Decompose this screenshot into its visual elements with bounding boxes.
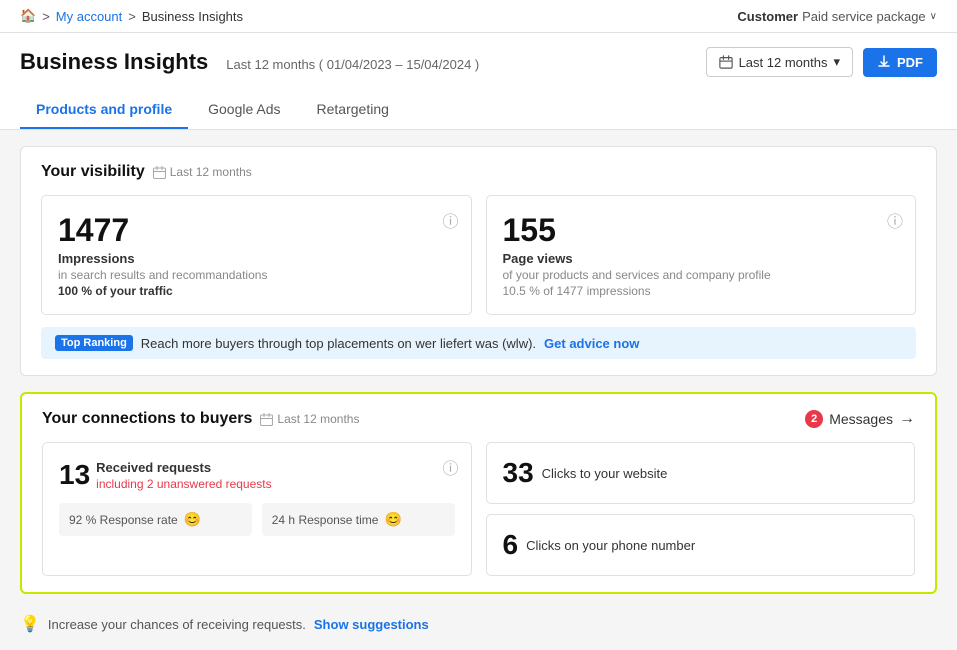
- customer-label: Customer: [737, 9, 798, 24]
- clicks-website-number: 33: [503, 457, 534, 489]
- page-views-card: ⓘ 155 Page views of your products and se…: [486, 195, 917, 315]
- received-label: Received requests: [96, 460, 271, 475]
- page-views-sublabel: of your products and services and compan…: [503, 268, 900, 282]
- impressions-number: 1477: [58, 212, 455, 249]
- top-ranking-banner: Top Ranking Reach more buyers through to…: [41, 327, 916, 359]
- breadcrumb-current: Business Insights: [142, 9, 243, 24]
- clicks-website-card: 33 Clicks to your website: [486, 442, 916, 504]
- connections-period-label: Last 12 months: [277, 412, 359, 426]
- chevron-down-icon[interactable]: ∨: [930, 11, 937, 22]
- connections-title-text: Your connections to buyers: [42, 410, 252, 428]
- clicks-phone-card: 6 Clicks on your phone number: [486, 514, 916, 576]
- calendar-icon: [719, 55, 733, 69]
- visibility-period-label: Last 12 months: [170, 165, 252, 179]
- messages-badge: 2: [805, 410, 823, 428]
- date-filter-button[interactable]: Last 12 months ▾: [706, 47, 853, 77]
- visibility-section-title: Your visibility Last 12 months: [41, 163, 916, 181]
- messages-arrow-icon: →: [899, 410, 915, 428]
- suggestions-bar: 💡 Increase your chances of receiving req…: [20, 610, 937, 634]
- impressions-label: Impressions: [58, 251, 455, 266]
- connections-header: Your connections to buyers Last 12 month…: [42, 410, 915, 428]
- download-icon: [877, 55, 891, 69]
- pdf-button[interactable]: PDF: [863, 48, 937, 77]
- response-rate-value: 92 % Response rate: [69, 513, 178, 527]
- response-rate-emoji: 😊: [184, 511, 201, 528]
- tab-products-and-profile[interactable]: Products and profile: [20, 91, 188, 129]
- show-suggestions-link[interactable]: Show suggestions: [314, 617, 429, 632]
- date-filter-chevron: ▾: [833, 54, 840, 70]
- home-icon[interactable]: 🏠: [20, 8, 36, 24]
- received-requests-panel: ⓘ 13 Received requests including 2 unans…: [42, 442, 472, 576]
- response-rate-stat: 92 % Response rate 😊: [59, 503, 252, 536]
- main-content: Your visibility Last 12 months ⓘ 1477 Im…: [0, 130, 957, 650]
- breadcrumb-my-account[interactable]: My account: [56, 9, 122, 24]
- visibility-card: Your visibility Last 12 months ⓘ 1477 Im…: [20, 146, 937, 376]
- received-info-icon[interactable]: ⓘ: [442, 455, 458, 479]
- breadcrumb: 🏠 > My account > Business Insights: [20, 8, 243, 24]
- response-stats: 92 % Response rate 😊 24 h Response time …: [59, 503, 455, 536]
- impressions-sublabel: in search results and recommandations: [58, 268, 455, 282]
- page-header: Business Insights Last 12 months ( 01/04…: [0, 33, 957, 130]
- page-views-info-icon[interactable]: ⓘ: [887, 208, 903, 232]
- clicks-website-label: Clicks to your website: [542, 466, 668, 481]
- page-subtitle: Last 12 months ( 01/04/2023 – 15/04/2024…: [226, 57, 479, 72]
- response-time-stat: 24 h Response time 😊: [262, 503, 455, 536]
- clicks-phone-label: Clicks on your phone number: [526, 538, 695, 553]
- top-ranking-badge: Top Ranking: [55, 335, 133, 351]
- connections-period: Last 12 months: [260, 412, 359, 426]
- date-filter-label: Last 12 months: [739, 55, 828, 70]
- top-bar-right: Customer Paid service package ∨: [737, 9, 937, 24]
- response-time-emoji: 😊: [384, 511, 401, 528]
- impressions-highlight-value: 100 % of your traffic: [58, 284, 173, 298]
- messages-label: Messages: [829, 411, 893, 427]
- impressions-highlight: 100 % of your traffic: [58, 284, 455, 298]
- tabs: Products and profile Google Ads Retarget…: [20, 91, 937, 129]
- page-title-row: Business Insights Last 12 months ( 01/04…: [20, 47, 937, 77]
- page-views-label: Page views: [503, 251, 900, 266]
- bulb-icon: 💡: [20, 614, 40, 634]
- page-views-highlight: 10.5 % of 1477 impressions: [503, 284, 900, 298]
- response-time-value: 24 h Response time: [272, 513, 379, 527]
- banner-link[interactable]: Get advice now: [544, 336, 639, 351]
- impressions-card: ⓘ 1477 Impressions in search results and…: [41, 195, 472, 315]
- tab-google-ads[interactable]: Google Ads: [192, 91, 296, 129]
- received-number: 13: [59, 459, 90, 491]
- page-title: Business Insights: [20, 49, 208, 75]
- clicks-phone-number: 6: [503, 529, 519, 561]
- messages-link[interactable]: 2 Messages →: [805, 410, 915, 428]
- received-row: 13 Received requests including 2 unanswe…: [59, 459, 455, 491]
- received-text-group: Received requests including 2 unanswered…: [96, 460, 271, 491]
- top-bar: 🏠 > My account > Business Insights Custo…: [0, 0, 957, 33]
- connections-calendar-icon: [260, 413, 273, 426]
- connections-grid: ⓘ 13 Received requests including 2 unans…: [42, 442, 915, 576]
- metrics-row: ⓘ 1477 Impressions in search results and…: [41, 195, 916, 315]
- tab-retargeting[interactable]: Retargeting: [301, 91, 405, 129]
- impressions-info-icon[interactable]: ⓘ: [442, 208, 458, 232]
- visibility-title-text: Your visibility: [41, 163, 145, 181]
- pdf-label: PDF: [897, 55, 923, 70]
- breadcrumb-separator: >: [42, 9, 50, 24]
- page-title-left: Business Insights Last 12 months ( 01/04…: [20, 49, 479, 75]
- connections-card: Your connections to buyers Last 12 month…: [20, 392, 937, 594]
- breadcrumb-separator2: >: [128, 9, 136, 24]
- received-sublabel: including 2 unanswered requests: [96, 477, 271, 491]
- visibility-period: Last 12 months: [153, 165, 252, 179]
- connections-title-group: Your connections to buyers Last 12 month…: [42, 410, 359, 428]
- banner-text: Reach more buyers through top placements…: [141, 336, 536, 351]
- clicks-panel: 33 Clicks to your website 6 Clicks on yo…: [486, 442, 916, 576]
- page-views-number: 155: [503, 212, 900, 249]
- package-label: Paid service package: [802, 9, 926, 24]
- visibility-calendar-icon: [153, 166, 166, 179]
- header-actions: Last 12 months ▾ PDF: [706, 47, 937, 77]
- suggestions-text: Increase your chances of receiving reque…: [48, 617, 306, 632]
